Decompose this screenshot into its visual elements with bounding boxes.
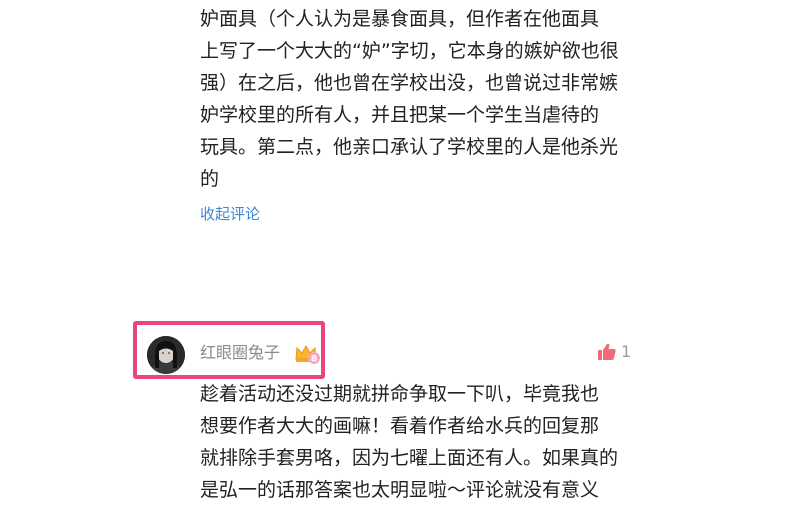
text-line: 趁着活动还没过期就拼命争取一下叭，毕竟我也 xyxy=(200,383,600,405)
previous-comment-text: 妒面具（个人认为是暴食面具，但作者在他面具 上写了一个大大的“妒”字切，它本身的… xyxy=(200,3,650,195)
text-line: 是弘一的话那答案也太明显啦～评论就没有意义 xyxy=(200,479,600,501)
text-line: 妒学校里的所有人，并且把某一个学生当虐待的 xyxy=(200,104,600,126)
crown-level-badge-icon: 8 xyxy=(294,343,320,365)
like-count: 1 xyxy=(621,342,632,361)
text-line: 强）在之后，他也曾在学校出没，也曾说过非常嫉 xyxy=(200,72,619,94)
text-line: 想要作者大大的画嘛！看着作者给水兵的回复那 xyxy=(200,415,600,437)
text-line: 玩具。第二点，他亲口承认了学校里的人是他杀光 xyxy=(200,136,619,158)
like-button[interactable]: 1 xyxy=(597,340,631,364)
comment-text: 趁着活动还没过期就拼命争取一下叭，毕竟我也 想要作者大大的画嘛！看着作者给水兵的… xyxy=(200,378,650,505)
text-line: 的 xyxy=(200,168,220,190)
collapse-comments-link[interactable]: 收起评论 xyxy=(200,203,260,225)
text-line: 妒面具（个人认为是暴食面具，但作者在他面具 xyxy=(200,8,600,30)
comment-username[interactable]: 红眼圈兔子 xyxy=(200,342,280,364)
user-avatar[interactable] xyxy=(147,336,185,374)
text-line: 就排除手套男咯，因为七曜上面还有人。如果真的 xyxy=(200,447,619,469)
text-line: 上写了一个大大的“妒”字切，它本身的嫉妒欲也很 xyxy=(200,40,619,62)
avatar-image xyxy=(147,336,185,374)
thumbs-up-icon xyxy=(598,343,616,360)
level-number: 8 xyxy=(311,355,317,365)
comment-feed: 妒面具（个人认为是暴食面具，但作者在他面具 上写了一个大大的“妒”字切，它本身的… xyxy=(0,0,800,505)
